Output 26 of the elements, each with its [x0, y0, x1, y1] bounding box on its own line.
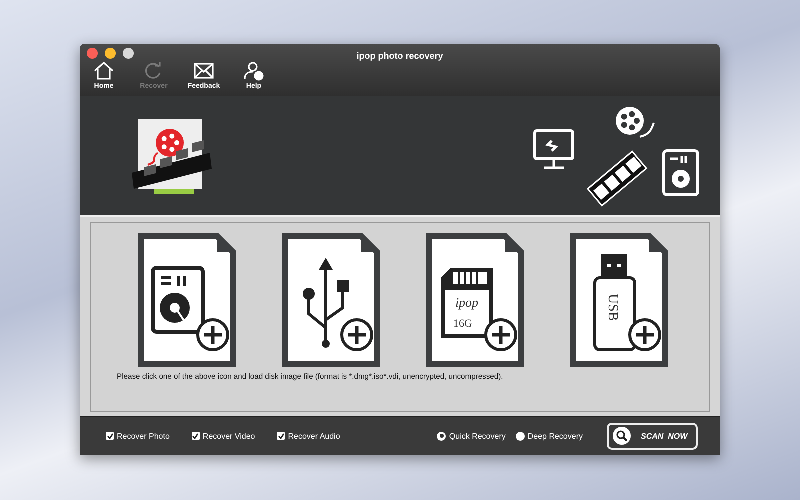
checkbox-label: Recover Audio — [288, 432, 340, 440]
zoom-button[interactable] — [123, 48, 134, 59]
checkbox-label: Recover Video — [202, 432, 256, 440]
window-title: ipop photo recovery — [356, 51, 444, 61]
capacity-label: 16G — [453, 318, 472, 330]
radio-button[interactable] — [516, 432, 525, 440]
checkbox[interactable] — [192, 432, 200, 440]
checkbox[interactable] — [106, 432, 114, 440]
checkbox-label: Recover Photo — [117, 432, 170, 440]
memory-card-card[interactable]: ipop 16G — [424, 232, 524, 368]
flash-drive-card[interactable]: USB — [568, 232, 668, 368]
memory-card-drawing — [440, 268, 492, 338]
envelope-icon — [193, 61, 215, 81]
hard-drive-drawing — [150, 266, 204, 334]
brand-label: ipop — [454, 295, 478, 310]
radio-button[interactable] — [437, 432, 446, 440]
help-icon — [243, 61, 265, 81]
usb-label: USB — [604, 294, 620, 322]
search-icon — [613, 427, 631, 445]
scan-now-button[interactable]: SCAN NOW — [607, 422, 698, 450]
close-button[interactable] — [87, 48, 98, 59]
checkbox[interactable] — [277, 432, 286, 440]
radio-label: Deep Recovery — [528, 432, 583, 440]
radio-label: Quick Recovery — [449, 432, 506, 440]
minimize-button[interactable] — [105, 48, 116, 59]
home-icon — [93, 61, 115, 81]
